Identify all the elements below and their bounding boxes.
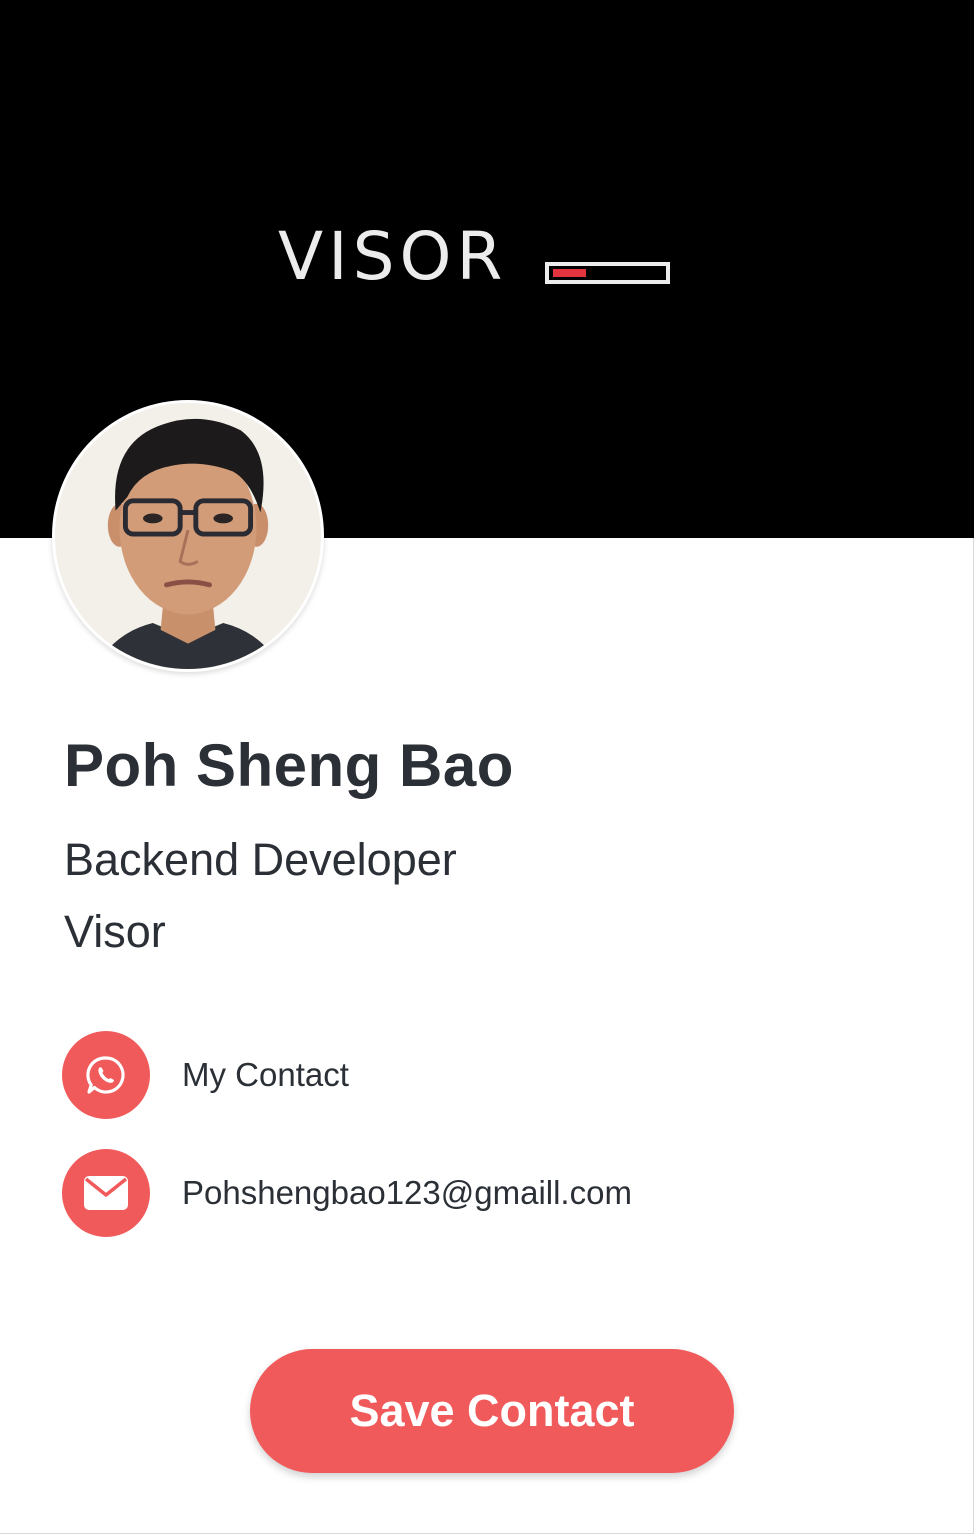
job-title: Backend Developer (64, 834, 457, 885)
mail-glyph (84, 1176, 128, 1210)
whatsapp-glyph (86, 1056, 125, 1094)
logo-text: VISOR (278, 218, 508, 295)
profile-name: Poh Sheng Bao (64, 732, 514, 799)
contact-card: VISOR Poh Sheng Bao Backend Developer Vi… (0, 0, 974, 1534)
contact-label-email[interactable]: Pohshengbao123@gmaill.com (182, 1174, 632, 1212)
whatsapp-icon[interactable] (62, 1031, 150, 1119)
save-contact-button[interactable]: Save Contact (250, 1349, 734, 1473)
logo-bar-icon (545, 262, 671, 284)
profile-photo (55, 403, 321, 669)
visor-logo: VISOR (278, 218, 671, 295)
mail-icon[interactable] (62, 1149, 150, 1237)
logo-bar-fill (553, 269, 587, 277)
avatar (52, 400, 324, 672)
contact-row-whatsapp[interactable]: My Contact (62, 1031, 349, 1119)
contact-label-phone[interactable]: My Contact (182, 1056, 349, 1094)
company-name: Visor (64, 906, 166, 957)
contact-row-email[interactable]: Pohshengbao123@gmaill.com (62, 1149, 632, 1237)
